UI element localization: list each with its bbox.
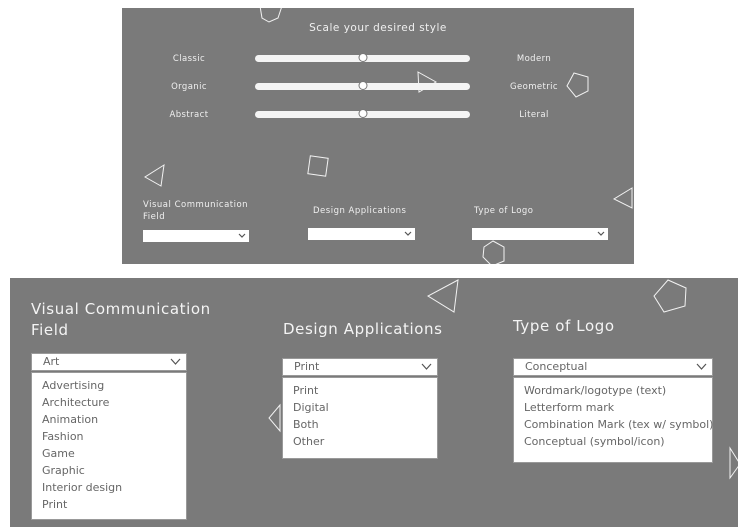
slider-right-label: Literal <box>519 110 549 120</box>
option-letterform-mark[interactable]: Letterform mark <box>514 399 712 416</box>
visual-communication-label: Visual Communication Field <box>143 199 248 223</box>
slider-track[interactable] <box>255 53 470 62</box>
option-print[interactable]: Print <box>32 496 186 513</box>
chevron-down-icon <box>696 363 707 370</box>
slider-classic-modern: Classic Modern <box>122 52 634 66</box>
visual-communication-select[interactable] <box>143 230 249 242</box>
option-interior-design[interactable]: Interior design <box>32 479 186 496</box>
dropdowns-expanded-panel: Visual Communication Field Art Advertisi… <box>10 278 738 527</box>
selected-value: Print <box>294 360 320 373</box>
option-advertising[interactable]: Advertising <box>32 377 186 394</box>
selected-value: Art <box>43 355 60 368</box>
label-line-2: Field <box>143 212 166 222</box>
triangle-decoration-3 <box>612 187 633 209</box>
design-applications-dropdown[interactable]: Print <box>282 358 438 376</box>
style-scale-panel: Scale your desired style Classic Modern … <box>122 8 634 264</box>
slider-left-label: Abstract <box>169 110 209 120</box>
slider-track[interactable] <box>255 81 470 90</box>
visual-communication-options: Advertising Architecture Animation Fashi… <box>31 372 187 520</box>
option-conceptual[interactable]: Conceptual (symbol/icon) <box>514 433 712 450</box>
chevron-down-icon <box>421 363 432 370</box>
option-other[interactable]: Other <box>283 433 437 450</box>
design-applications-label: Design Applications <box>313 206 407 216</box>
label-line-2: Field <box>31 321 69 339</box>
option-game[interactable]: Game <box>32 445 186 462</box>
pentagon-decoration-large <box>653 279 687 313</box>
type-of-logo-dropdown[interactable]: Conceptual <box>513 358 713 376</box>
square-decoration <box>307 155 329 177</box>
slider-track[interactable] <box>255 109 470 118</box>
chevron-down-icon <box>404 231 412 236</box>
chevron-down-icon <box>170 358 181 365</box>
option-wordmark[interactable]: Wordmark/logotype (text) <box>514 382 712 399</box>
option-digital[interactable]: Digital <box>283 399 437 416</box>
label-line-1: Visual Communication <box>143 200 249 210</box>
slider-organic-geometric: Organic Geometric <box>122 80 634 94</box>
chevron-down-icon <box>597 231 605 236</box>
slider-right-label: Modern <box>516 54 552 64</box>
label-line-1: Visual Communication <box>31 300 211 318</box>
slider-thumb[interactable] <box>358 109 367 118</box>
triangle-decoration-2 <box>144 163 165 187</box>
type-of-logo-label: Type of Logo <box>474 206 534 216</box>
slider-left-label: Organic <box>171 82 207 92</box>
option-both[interactable]: Both <box>283 416 437 433</box>
design-applications-heading: Design Applications <box>283 320 443 338</box>
slider-left-label: Classic <box>172 54 206 64</box>
slider-abstract-literal: Abstract Literal <box>122 108 634 122</box>
option-print[interactable]: Print <box>283 382 437 399</box>
triangle-decoration-large <box>426 279 459 313</box>
option-combination-mark[interactable]: Combination Mark (tex w/ symbol) <box>514 416 713 433</box>
triangle-decoration-edge <box>729 446 738 480</box>
option-graphic[interactable]: Graphic <box>32 462 186 479</box>
chevron-down-icon <box>238 233 246 238</box>
visual-communication-heading: Visual Communication Field <box>31 299 211 341</box>
slider-thumb[interactable] <box>358 53 367 62</box>
page-title: Scale your desired style <box>309 22 447 34</box>
slider-right-label: Geometric <box>510 82 558 92</box>
type-of-logo-heading: Type of Logo <box>513 317 615 335</box>
type-of-logo-select[interactable] <box>472 228 608 240</box>
selected-value: Conceptual <box>525 360 588 373</box>
visual-communication-dropdown[interactable]: Art <box>31 353 187 371</box>
design-applications-options: Print Digital Both Other <box>282 377 438 459</box>
design-applications-select[interactable] <box>308 228 415 240</box>
option-architecture[interactable]: Architecture <box>32 394 186 411</box>
pentagon-decoration-bottom <box>482 240 505 264</box>
option-fashion[interactable]: Fashion <box>32 428 186 445</box>
type-of-logo-options: Wordmark/logotype (text) Letterform mark… <box>513 377 713 463</box>
option-animation[interactable]: Animation <box>32 411 186 428</box>
slider-thumb[interactable] <box>358 81 367 90</box>
